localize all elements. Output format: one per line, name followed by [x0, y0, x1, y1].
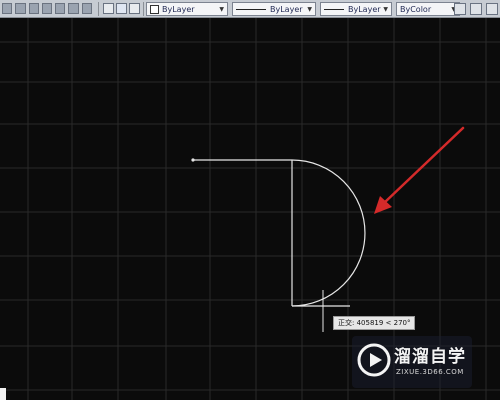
layer-icon[interactable]	[103, 3, 114, 14]
polyline-start-point[interactable]	[191, 158, 195, 162]
arc-segment[interactable]	[291, 159, 366, 307]
match-properties-icon[interactable]	[116, 3, 127, 14]
plotstyle-control-dropdown[interactable]: ByColor ▼	[396, 2, 460, 16]
lineweight-control-dropdown[interactable]: ByLayer ▼	[320, 2, 392, 16]
color-control-value: ByLayer	[162, 4, 195, 14]
dropdown-arrow-icon[interactable]: ▼	[381, 6, 388, 13]
linetype-control-value: ByLayer	[270, 4, 303, 14]
linetype-sample	[236, 8, 266, 10]
color-swatch	[150, 4, 159, 14]
lineweight-sample	[324, 8, 344, 10]
tooltip-text: 正交: 405819 < 270°	[338, 319, 411, 327]
annotation-arrow-shaft	[382, 126, 465, 205]
play-logo-icon	[357, 343, 391, 377]
tool-icon[interactable]	[470, 3, 482, 15]
dropdown-arrow-icon[interactable]: ▼	[305, 6, 312, 13]
toolbar-separator	[98, 2, 99, 16]
tool-icon[interactable]	[28, 3, 39, 14]
watermark-url: ZIXUE.3D66.COM	[396, 368, 464, 376]
toolbar-separator	[143, 2, 144, 16]
plotstyle-control-value: ByColor	[400, 4, 432, 14]
toolbar-icon-group-right	[454, 3, 498, 15]
watermark-badge: 溜溜自学 ZIXUE.3D66.COM	[352, 336, 472, 388]
watermark-title: 溜溜自学	[394, 347, 466, 367]
tool-icon[interactable]	[41, 3, 53, 14]
toolbar-icon-group-left	[0, 2, 92, 15]
layer-previous-icon[interactable]	[129, 3, 140, 14]
tool-icon[interactable]	[486, 3, 498, 15]
color-control-dropdown[interactable]: ByLayer ▼	[146, 2, 228, 16]
tool-icon[interactable]	[454, 3, 466, 15]
lineweight-control-value: ByLayer	[348, 4, 381, 14]
properties-toolbar: ByLayer ▼ ByLayer ▼ ByLayer ▼ ByColor ▼	[0, 0, 500, 18]
tool-icon[interactable]	[2, 3, 13, 14]
linetype-control-dropdown[interactable]: ByLayer ▼	[232, 2, 316, 16]
tool-icon[interactable]	[55, 3, 66, 14]
tool-icon[interactable]	[81, 3, 92, 14]
tool-icon[interactable]	[68, 3, 79, 14]
cad-application: ByLayer ▼ ByLayer ▼ ByLayer ▼ ByColor ▼	[0, 0, 500, 400]
orthogonal-input-tooltip: 正交: 405819 < 270°	[333, 316, 416, 330]
ucs-icon	[0, 388, 6, 400]
dropdown-arrow-icon[interactable]: ▼	[217, 6, 224, 13]
tool-icon[interactable]	[15, 3, 26, 14]
